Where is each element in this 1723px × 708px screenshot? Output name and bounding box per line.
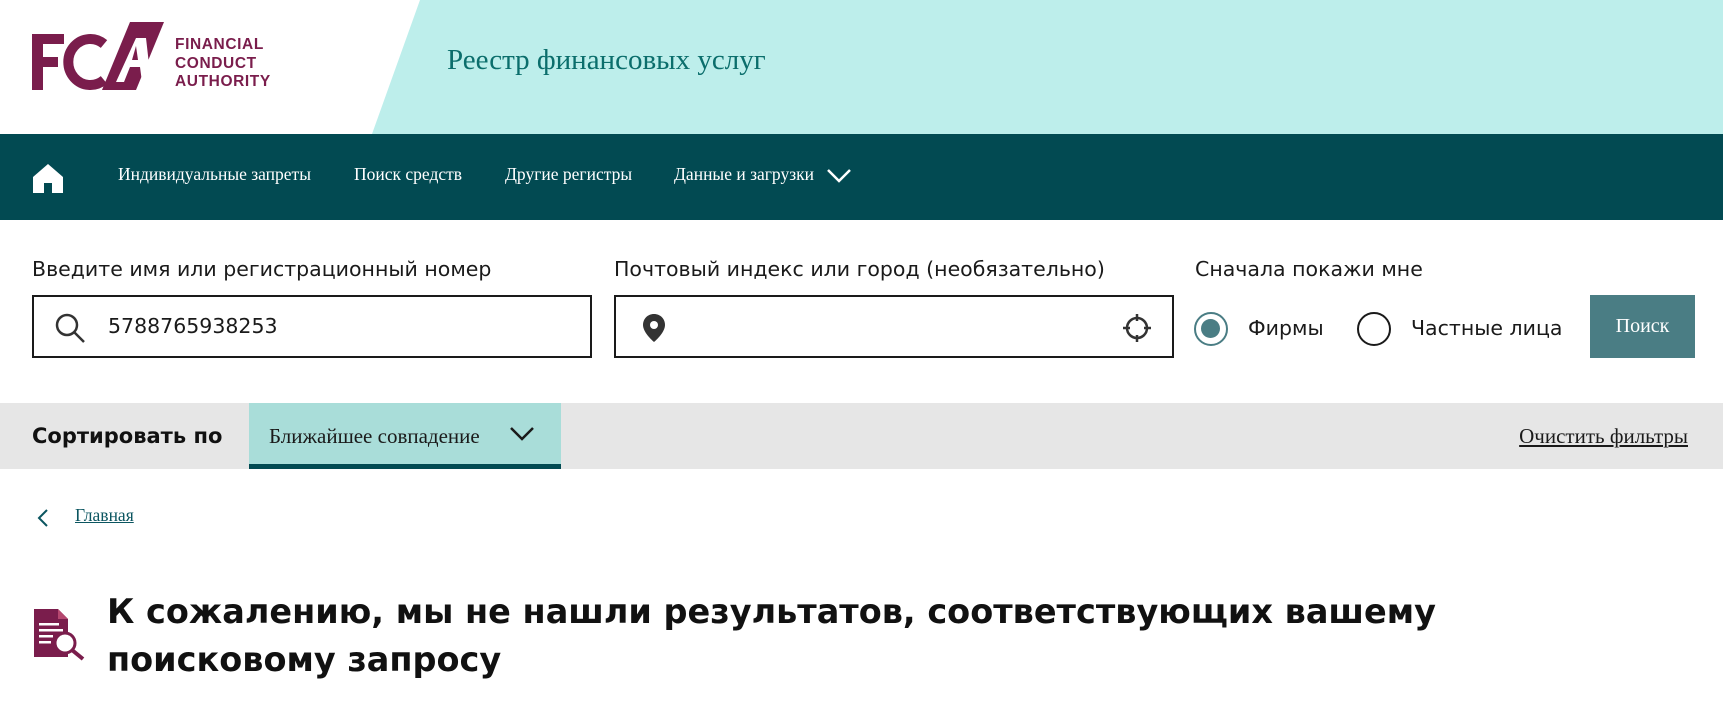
nav-item-data-downloads[interactable]: Данные и загрузки [674,164,814,185]
postcode-field-label: Почтовый индекс или город (необязательно… [614,257,1105,281]
nav-item-fund-search[interactable]: Поиск средств [354,164,462,185]
site-header: FINANCIAL CONDUCT AUTHORITY Реестр финан… [0,0,1723,134]
individuals-radio-label[interactable]: Частные лица [1411,316,1563,340]
name-search-input[interactable] [108,306,568,346]
name-search-box[interactable] [32,295,592,358]
nav-item-individual-bans[interactable]: Индивидуальные запреты [118,164,311,185]
clear-filters-link[interactable]: Очистить фильтры [1519,424,1688,449]
logo-line-financial: FINANCIAL [175,36,264,53]
name-field-label: Введите имя или регистрационный номер [32,257,492,281]
logo-line-authority: AUTHORITY [175,73,271,90]
main-nav: Индивидуальные запреты Поиск средств Дру… [0,134,1723,220]
sort-selected-value: Ближайшее совпадение [269,424,480,448]
firms-radio-label[interactable]: Фирмы [1248,316,1324,340]
sort-bar: Сортировать по Ближайшее совпадение Очис… [0,403,1723,469]
logo-wordmark: FINANCIAL CONDUCT AUTHORITY [175,36,271,92]
sort-label: Сортировать по [32,424,223,448]
postcode-search-box[interactable] [614,295,1174,358]
location-pin-icon [642,313,666,343]
breadcrumb-home-link[interactable]: Главная [75,505,134,526]
search-icon [54,312,86,344]
chevron-down-icon[interactable] [826,166,852,186]
chevron-down-icon [509,425,535,443]
chevron-left-icon[interactable] [36,508,50,528]
nav-item-other-registers[interactable]: Другие регистры [505,164,632,185]
postcode-input[interactable] [686,306,1096,346]
search-button[interactable]: Поиск [1590,295,1695,358]
logo-line-conduct: CONDUCT [175,54,257,72]
crosshair-icon[interactable] [1122,313,1152,343]
no-results-message: К сожалению, мы не нашли результатов, со… [107,592,1436,679]
sort-dropdown[interactable]: Ближайшее совпадение [249,403,561,469]
individuals-radio[interactable] [1357,312,1391,346]
site-title: Реестр финансовых услуг [447,44,766,76]
document-search-icon [32,607,86,661]
fca-logo[interactable]: FINANCIAL CONDUCT AUTHORITY [32,22,282,102]
fca-logo-mark [32,22,164,90]
home-icon[interactable] [30,160,66,196]
firms-radio[interactable] [1194,312,1228,346]
show-first-label: Сначала покажи мне [1195,257,1423,281]
